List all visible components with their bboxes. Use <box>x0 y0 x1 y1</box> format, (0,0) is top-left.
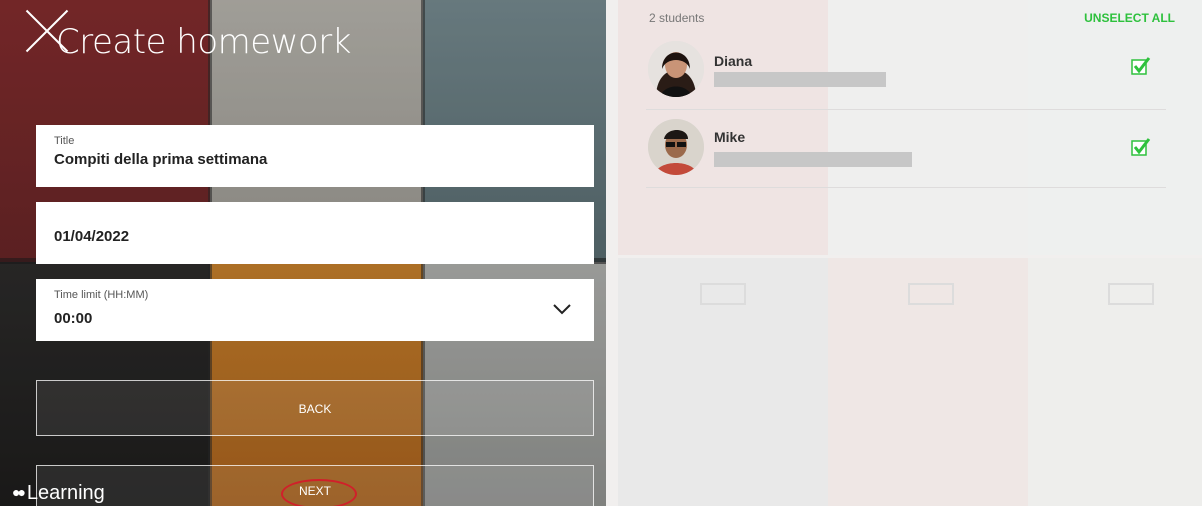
brand-name: Learning <box>26 482 105 504</box>
chevron-down-icon[interactable] <box>552 299 572 319</box>
student-selection-panel: 2 students UNSELECT ALL Diana Mike <box>606 0 1202 506</box>
locker-plate <box>700 283 746 305</box>
student-count: 2 students <box>649 11 705 25</box>
date-value[interactable]: 01/04/2022 <box>54 228 129 245</box>
time-limit-value: 00:00 <box>54 310 93 327</box>
title-label: Title <box>54 135 75 147</box>
avatar-image <box>648 119 704 175</box>
back-button[interactable]: BACK <box>36 380 594 436</box>
student-row[interactable]: Mike <box>646 110 1166 188</box>
checkbox-checked-icon[interactable] <box>1131 137 1151 157</box>
student-name: Diana <box>714 53 753 69</box>
avatar-image <box>648 41 704 97</box>
avatar <box>648 119 704 175</box>
time-limit-label: Time limit (HH:MM) <box>54 289 149 301</box>
time-limit-select[interactable]: Time limit (HH:MM) 00:00 <box>36 279 594 341</box>
page-title: Create homework <box>56 22 351 62</box>
student-name: Mike <box>714 129 746 145</box>
student-detail-placeholder <box>714 152 912 167</box>
unselect-all-button[interactable]: UNSELECT ALL <box>1084 11 1175 25</box>
student-row[interactable]: Diana <box>646 32 1166 110</box>
logo-dots-icon: ●● <box>12 484 26 500</box>
student-detail-placeholder <box>714 72 886 87</box>
checkbox-checked-icon[interactable] <box>1131 56 1151 76</box>
create-homework-panel: Create homework Title Compiti della prim… <box>0 0 606 506</box>
title-field[interactable]: Title Compiti della prima settimana <box>36 125 594 187</box>
avatar <box>648 41 704 97</box>
brand-logo: ●● Learning <box>12 482 105 505</box>
highlight-circle-annotation <box>281 479 357 506</box>
date-field[interactable]: 01/04/2022 <box>36 202 594 264</box>
locker-plate <box>908 283 954 305</box>
locker-plate <box>1108 283 1154 305</box>
title-value[interactable]: Compiti della prima settimana <box>54 151 267 168</box>
